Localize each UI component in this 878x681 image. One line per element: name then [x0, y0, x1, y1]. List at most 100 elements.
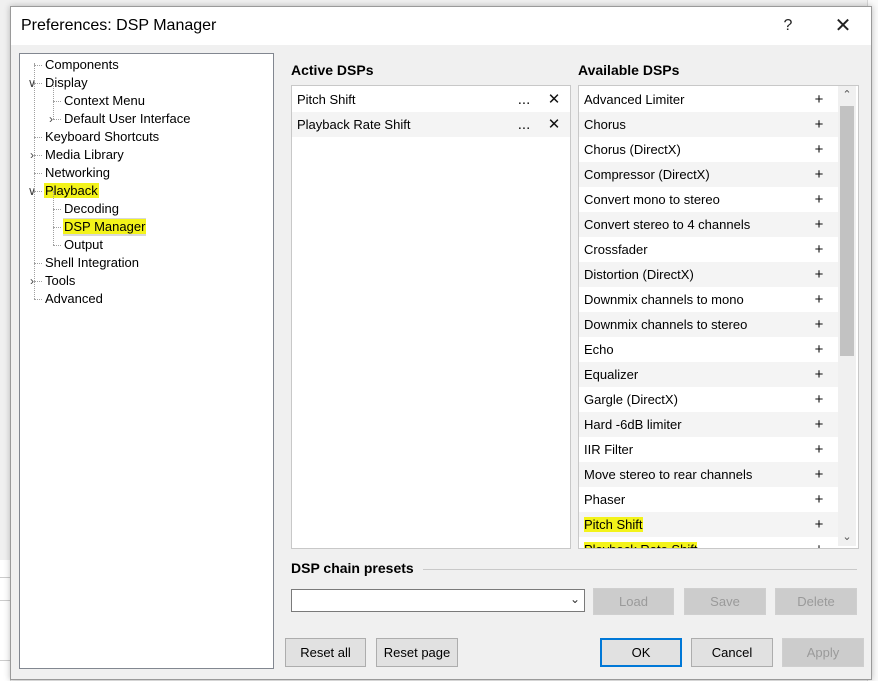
delete-button[interactable]: Delete: [775, 588, 857, 615]
configure-dsp-button[interactable]: ...: [514, 112, 534, 137]
add-dsp-icon[interactable]: +: [809, 187, 829, 212]
available-dsp-row[interactable]: Convert stereo to 4 channels +: [579, 212, 838, 237]
apply-button[interactable]: Apply: [782, 638, 864, 667]
available-dsp-label: Echo: [584, 342, 614, 357]
tree-item-label: Default User Interface: [64, 111, 191, 126]
tree-connector: [34, 137, 42, 138]
tree-item-default-user-interface[interactable]: Default User Interface: [63, 110, 191, 128]
available-dsp-row[interactable]: Distortion (DirectX) +: [579, 262, 838, 287]
tree-item-dsp-manager[interactable]: DSP Manager: [63, 218, 147, 236]
available-dsp-row[interactable]: Chorus +: [579, 112, 838, 137]
tree-item-shell-integration[interactable]: Shell Integration: [44, 254, 140, 272]
available-dsp-row[interactable]: Crossfader +: [579, 237, 838, 262]
available-dsp-row[interactable]: Downmix channels to stereo +: [579, 312, 838, 337]
available-dsp-row[interactable]: IIR Filter +: [579, 437, 838, 462]
remove-dsp-icon[interactable]: ✕: [544, 112, 564, 137]
tree-item-keyboard-shortcuts[interactable]: Keyboard Shortcuts: [44, 128, 160, 146]
chevron-down-icon[interactable]: ∨: [26, 182, 38, 200]
add-dsp-icon[interactable]: +: [809, 487, 829, 512]
chevron-right-icon[interactable]: ›: [45, 110, 57, 128]
available-dsp-row[interactable]: Convert mono to stereo +: [579, 187, 838, 212]
chevron-right-icon[interactable]: ›: [26, 146, 38, 164]
reset-all-button[interactable]: Reset all: [285, 638, 366, 667]
add-dsp-icon[interactable]: +: [809, 462, 829, 487]
tree-item-advanced[interactable]: Advanced: [44, 290, 104, 308]
cancel-button[interactable]: Cancel: [691, 638, 773, 667]
close-icon[interactable]: ✕: [835, 15, 852, 37]
chevron-down-icon[interactable]: ∨: [26, 74, 38, 92]
save-button[interactable]: Save: [684, 588, 766, 615]
tree-connector: [34, 65, 42, 66]
available-dsp-row[interactable]: Downmix channels to mono +: [579, 287, 838, 312]
add-dsp-icon[interactable]: +: [809, 87, 829, 112]
active-dsps-list[interactable]: Pitch Shift... ✕ Playback Rate Shift... ✕: [291, 85, 571, 549]
tree-connector: [53, 227, 61, 228]
available-dsp-row[interactable]: Pitch Shift +: [579, 512, 838, 537]
available-dsp-label: Pitch Shift: [584, 517, 643, 532]
help-button[interactable]: ?: [773, 7, 803, 45]
tree-item-display[interactable]: Display: [44, 74, 89, 92]
scrollbar-thumb[interactable]: [840, 106, 854, 356]
available-dsp-row[interactable]: Equalizer +: [579, 362, 838, 387]
reset-page-button[interactable]: Reset page: [376, 638, 458, 667]
tree-item-media-library[interactable]: Media Library: [44, 146, 125, 164]
chevron-right-icon[interactable]: ›: [26, 272, 38, 290]
add-dsp-icon[interactable]: +: [809, 437, 829, 462]
load-button[interactable]: Load: [593, 588, 674, 615]
available-dsp-label: Convert mono to stereo: [584, 192, 720, 207]
add-dsp-icon[interactable]: +: [809, 337, 829, 362]
active-dsp-row[interactable]: Playback Rate Shift... ✕: [292, 112, 570, 137]
available-dsp-label: Move stereo to rear channels: [584, 467, 753, 482]
add-dsp-icon[interactable]: +: [809, 237, 829, 262]
available-dsp-label: Downmix channels to mono: [584, 292, 744, 307]
available-dsps-list[interactable]: Advanced Limiter + Chorus + Chorus (DirectX)…: [578, 85, 859, 549]
available-dsps-scrollbar[interactable]: ⌃ ⌄: [838, 86, 856, 546]
add-dsp-icon[interactable]: +: [809, 262, 829, 287]
add-dsp-icon[interactable]: +: [809, 212, 829, 237]
tree-item-label: Output: [64, 237, 104, 252]
add-dsp-icon[interactable]: +: [809, 287, 829, 312]
add-dsp-icon[interactable]: +: [809, 312, 829, 337]
available-dsp-label: Downmix channels to stereo: [584, 317, 748, 332]
scroll-down-icon[interactable]: ⌄: [838, 528, 856, 546]
available-dsp-label: Equalizer: [584, 367, 639, 382]
close-button[interactable]: ✕: [821, 7, 865, 45]
available-dsp-row[interactable]: Hard -6dB limiter +: [579, 412, 838, 437]
available-dsp-row[interactable]: Phaser +: [579, 487, 838, 512]
scroll-up-icon[interactable]: ⌃: [838, 86, 856, 104]
available-dsp-row[interactable]: Chorus (DirectX) +: [579, 137, 838, 162]
add-dsp-icon[interactable]: +: [809, 512, 829, 537]
available-dsp-row[interactable]: Move stereo to rear channels +: [579, 462, 838, 487]
tree-connector: [34, 173, 42, 174]
available-dsp-row[interactable]: Echo +: [579, 337, 838, 362]
available-dsp-row[interactable]: Gargle (DirectX) +: [579, 387, 838, 412]
configure-dsp-button[interactable]: ...: [514, 87, 534, 112]
available-dsp-row[interactable]: Advanced Limiter +: [579, 87, 838, 112]
tree-item-label: Media Library: [45, 147, 124, 162]
add-dsp-icon[interactable]: +: [809, 162, 829, 187]
add-dsp-icon[interactable]: +: [809, 537, 829, 548]
add-dsp-icon[interactable]: +: [809, 137, 829, 162]
active-dsp-row[interactable]: Pitch Shift... ✕: [292, 87, 570, 112]
chevron-down-icon[interactable]: ⌄: [570, 592, 580, 606]
tree-item-tools[interactable]: Tools: [44, 272, 76, 290]
active-dsp-label: Playback Rate Shift: [297, 117, 411, 132]
available-dsp-row[interactable]: Compressor (DirectX) +: [579, 162, 838, 187]
tree-item-label: Display: [45, 75, 88, 90]
add-dsp-icon[interactable]: +: [809, 112, 829, 137]
tree-item-components[interactable]: Components: [44, 56, 120, 74]
tree-item-decoding[interactable]: Decoding: [63, 200, 120, 218]
preset-combo[interactable]: ⌄: [291, 589, 585, 612]
tree-item-networking[interactable]: Networking: [44, 164, 111, 182]
add-dsp-icon[interactable]: +: [809, 362, 829, 387]
remove-dsp-icon[interactable]: ✕: [544, 87, 564, 112]
add-dsp-icon[interactable]: +: [809, 387, 829, 412]
tree-item-context-menu[interactable]: Context Menu: [63, 92, 146, 110]
tree-connector: [34, 299, 42, 300]
add-dsp-icon[interactable]: +: [809, 412, 829, 437]
dsp-chain-presets-heading: DSP chain presets: [291, 560, 414, 576]
tree-item-output[interactable]: Output: [63, 236, 104, 254]
preferences-tree[interactable]: Components ∨ Display Context Menu › Default U…: [19, 53, 274, 669]
ok-button[interactable]: OK: [600, 638, 682, 667]
available-dsp-row[interactable]: Playback Rate Shift +: [579, 537, 838, 548]
